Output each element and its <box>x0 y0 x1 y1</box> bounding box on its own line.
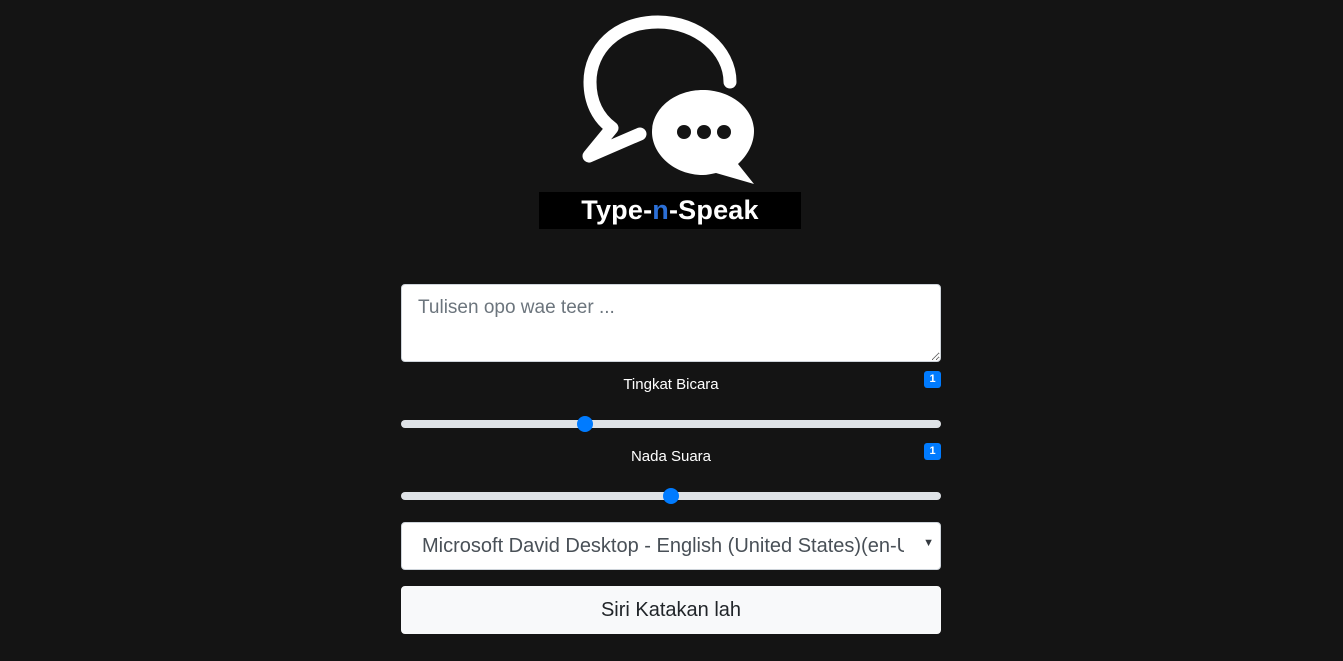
rate-label: Tingkat Bicara <box>623 376 719 393</box>
logo-text-before: Type- <box>581 195 653 225</box>
pitch-label: Nada Suara <box>630 448 712 465</box>
pitch-slider[interactable] <box>401 488 941 504</box>
app-page: Type-n-Speak Tingkat Bicara 1 Nada Suara… <box>0 0 1343 661</box>
pitch-slider-thumb[interactable] <box>663 488 679 504</box>
caret-down-icon: ▼ <box>923 537 934 549</box>
text-input[interactable] <box>401 284 941 362</box>
logo-banner: Type-n-Speak <box>539 192 801 229</box>
logo-text-after: -Speak <box>668 195 759 225</box>
rate-slider-thumb[interactable] <box>576 416 593 432</box>
logo: Type-n-Speak <box>0 0 1343 240</box>
voice-select-value: Microsoft David Desktop - English (Unite… <box>422 534 904 557</box>
voice-select[interactable]: Microsoft David Desktop - English (Unite… <box>401 522 941 570</box>
logo-text: Type-n-Speak <box>581 197 758 224</box>
speech-form: Tingkat Bicara 1 Nada Suara 1 Microsoft … <box>401 284 941 634</box>
pitch-value-badge: 1 <box>924 443 941 460</box>
rate-slider[interactable] <box>401 416 941 432</box>
logo-text-accent: n <box>652 195 669 225</box>
speak-button[interactable]: Siri Katakan lah <box>401 586 941 634</box>
chat-bubbles-icon <box>582 15 754 184</box>
rate-value-badge: 1 <box>924 371 941 388</box>
